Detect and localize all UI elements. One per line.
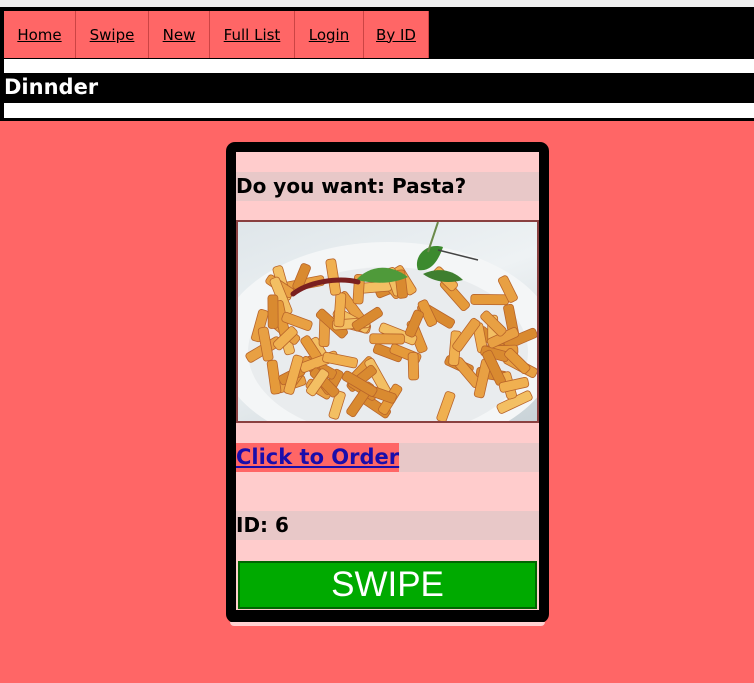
food-id: ID: 6	[236, 511, 539, 540]
header-divider-bottom	[0, 102, 754, 121]
food-card: Do you want: Pasta? Click to Order ID: 6…	[226, 142, 549, 626]
title-bar: Dinnder	[0, 74, 754, 102]
nav-by-id-link[interactable]: By ID	[364, 11, 429, 58]
food-question: Do you want: Pasta?	[236, 172, 539, 201]
swipe-button[interactable]: SWIPE	[238, 561, 537, 609]
header-divider	[0, 58, 754, 74]
order-link[interactable]: Click to Order	[236, 443, 400, 472]
nav-bar: Home Swipe New Full List Login By ID	[0, 7, 754, 58]
nav-full-list-link[interactable]: Full List	[210, 11, 295, 58]
nav-home-link[interactable]: Home	[4, 11, 76, 58]
nav-swipe-link[interactable]: Swipe	[76, 11, 149, 58]
card-shadow	[230, 622, 545, 626]
order-row: Click to Order	[236, 443, 539, 472]
page-title: Dinnder	[4, 75, 99, 99]
top-strip	[0, 0, 754, 7]
nav-menu: Home Swipe New Full List Login By ID	[4, 11, 429, 58]
nav-new-link[interactable]: New	[149, 11, 210, 58]
pasta-illustration	[238, 222, 537, 421]
nav-login-link[interactable]: Login	[295, 11, 364, 58]
food-card-body: Do you want: Pasta? Click to Order ID: 6…	[236, 152, 539, 610]
pasta-image	[236, 220, 539, 423]
